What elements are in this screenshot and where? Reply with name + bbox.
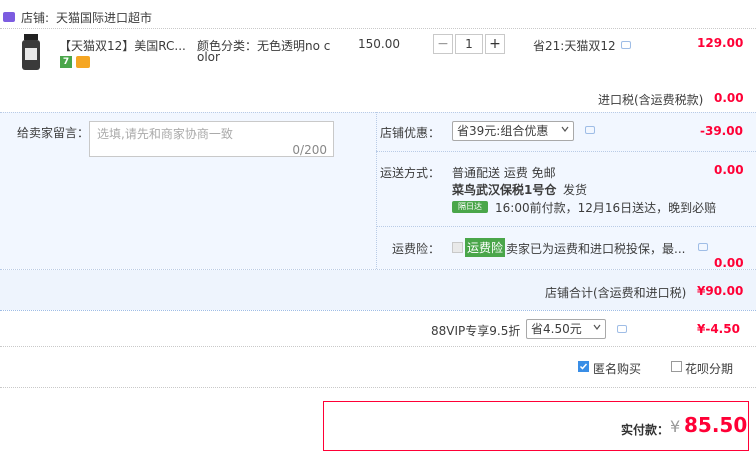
- shop-icon: [3, 12, 15, 22]
- item-discount-text: 省21:天猫双12: [533, 39, 616, 53]
- divider: [376, 112, 377, 269]
- seven-day-return-badge: 7: [60, 56, 72, 68]
- chat-bubble-icon[interactable]: [617, 325, 627, 333]
- chat-bubble-icon[interactable]: [585, 126, 595, 134]
- vip-discount-value: ¥-4.50: [697, 322, 740, 336]
- payment-label: 实付款：: [621, 423, 670, 437]
- huabei-label[interactable]: 花呗分期: [685, 360, 733, 377]
- shop-discount-select[interactable]: 省39元:组合优惠: [452, 121, 574, 141]
- divider: [0, 310, 756, 311]
- shop-discount-value: -39.00: [700, 124, 743, 138]
- insurance-checkbox: [452, 242, 463, 253]
- shipping-value: 0.00: [714, 163, 744, 177]
- vip-discount-selected: 省4.50元: [531, 322, 582, 336]
- check-icon: [579, 363, 588, 370]
- shipping-warehouse: 菜鸟武汉保税1号仓: [452, 183, 557, 197]
- vip-discount-select[interactable]: 省4.50元: [526, 319, 606, 339]
- shop-discount-selected: 省39元:组合优惠: [457, 124, 549, 138]
- message-label: 给卖家留言：: [17, 126, 90, 140]
- quantity-decrease-button[interactable]: −: [433, 34, 453, 54]
- payment-currency: ¥: [670, 417, 681, 436]
- shop-discount-label: 店铺优惠：: [380, 126, 441, 140]
- chat-bubble-icon[interactable]: [621, 41, 631, 49]
- quantity-input[interactable]: 1: [455, 34, 483, 54]
- divider: [0, 346, 756, 347]
- insurance-tag: 运费险: [465, 238, 506, 257]
- insurance-label: 运费险：: [392, 242, 441, 256]
- anonymous-checkbox[interactable]: [578, 361, 589, 372]
- message-counter: 0/200: [292, 143, 327, 157]
- huabei-checkbox[interactable]: [671, 361, 682, 372]
- chevron-down-icon: [561, 126, 569, 132]
- payment-amount: 85.50: [684, 413, 748, 437]
- shop-total-label: 店铺合计(含运费和进口税): [545, 286, 687, 300]
- shipping-method: 普通配送 运费 免邮: [452, 166, 556, 180]
- product-image[interactable]: [18, 34, 44, 74]
- divider: [0, 387, 756, 388]
- divider: [0, 28, 756, 29]
- insurance-value: 0.00: [714, 256, 744, 270]
- divider: [376, 226, 756, 227]
- import-tax-value: 0.00: [714, 91, 744, 105]
- anonymous-label[interactable]: 匿名购买: [593, 360, 641, 377]
- shipping-label: 运送方式：: [380, 166, 441, 180]
- credit-card-icon: [76, 56, 90, 68]
- chevron-down-icon: [593, 324, 601, 330]
- message-textarea[interactable]: 选填,请先和商家协商一致 0/200: [89, 121, 334, 157]
- import-tax-label: 进口税(含运费税款): [598, 93, 704, 107]
- product-sku-continued: olor: [197, 50, 220, 64]
- unit-price: 150.00: [358, 37, 400, 51]
- shipping-eta: 16:00前付款，12月16日送达，晚到必赔: [495, 201, 717, 215]
- quantity-increase-button[interactable]: +: [485, 34, 505, 54]
- vip-label: 88VIP专享9.5折: [431, 324, 521, 338]
- message-placeholder: 选填,请先和商家协商一致: [97, 127, 233, 141]
- divider: [376, 151, 756, 152]
- chat-bubble-icon[interactable]: [698, 243, 708, 251]
- next-day-badge: 隔日达: [452, 201, 488, 213]
- shop-name[interactable]: 天猫国际进口超市: [56, 9, 152, 26]
- insurance-text: 卖家已为运费和进口税投保，最...: [506, 242, 686, 256]
- item-total-price: 129.00: [697, 36, 744, 50]
- product-title[interactable]: 【天猫双12】美国RC...: [59, 37, 186, 54]
- divider: [0, 112, 756, 113]
- shop-label: 店铺:: [21, 11, 50, 25]
- shipping-ship-text: 发货: [563, 183, 588, 197]
- shop-total-value: ¥90.00: [697, 284, 744, 298]
